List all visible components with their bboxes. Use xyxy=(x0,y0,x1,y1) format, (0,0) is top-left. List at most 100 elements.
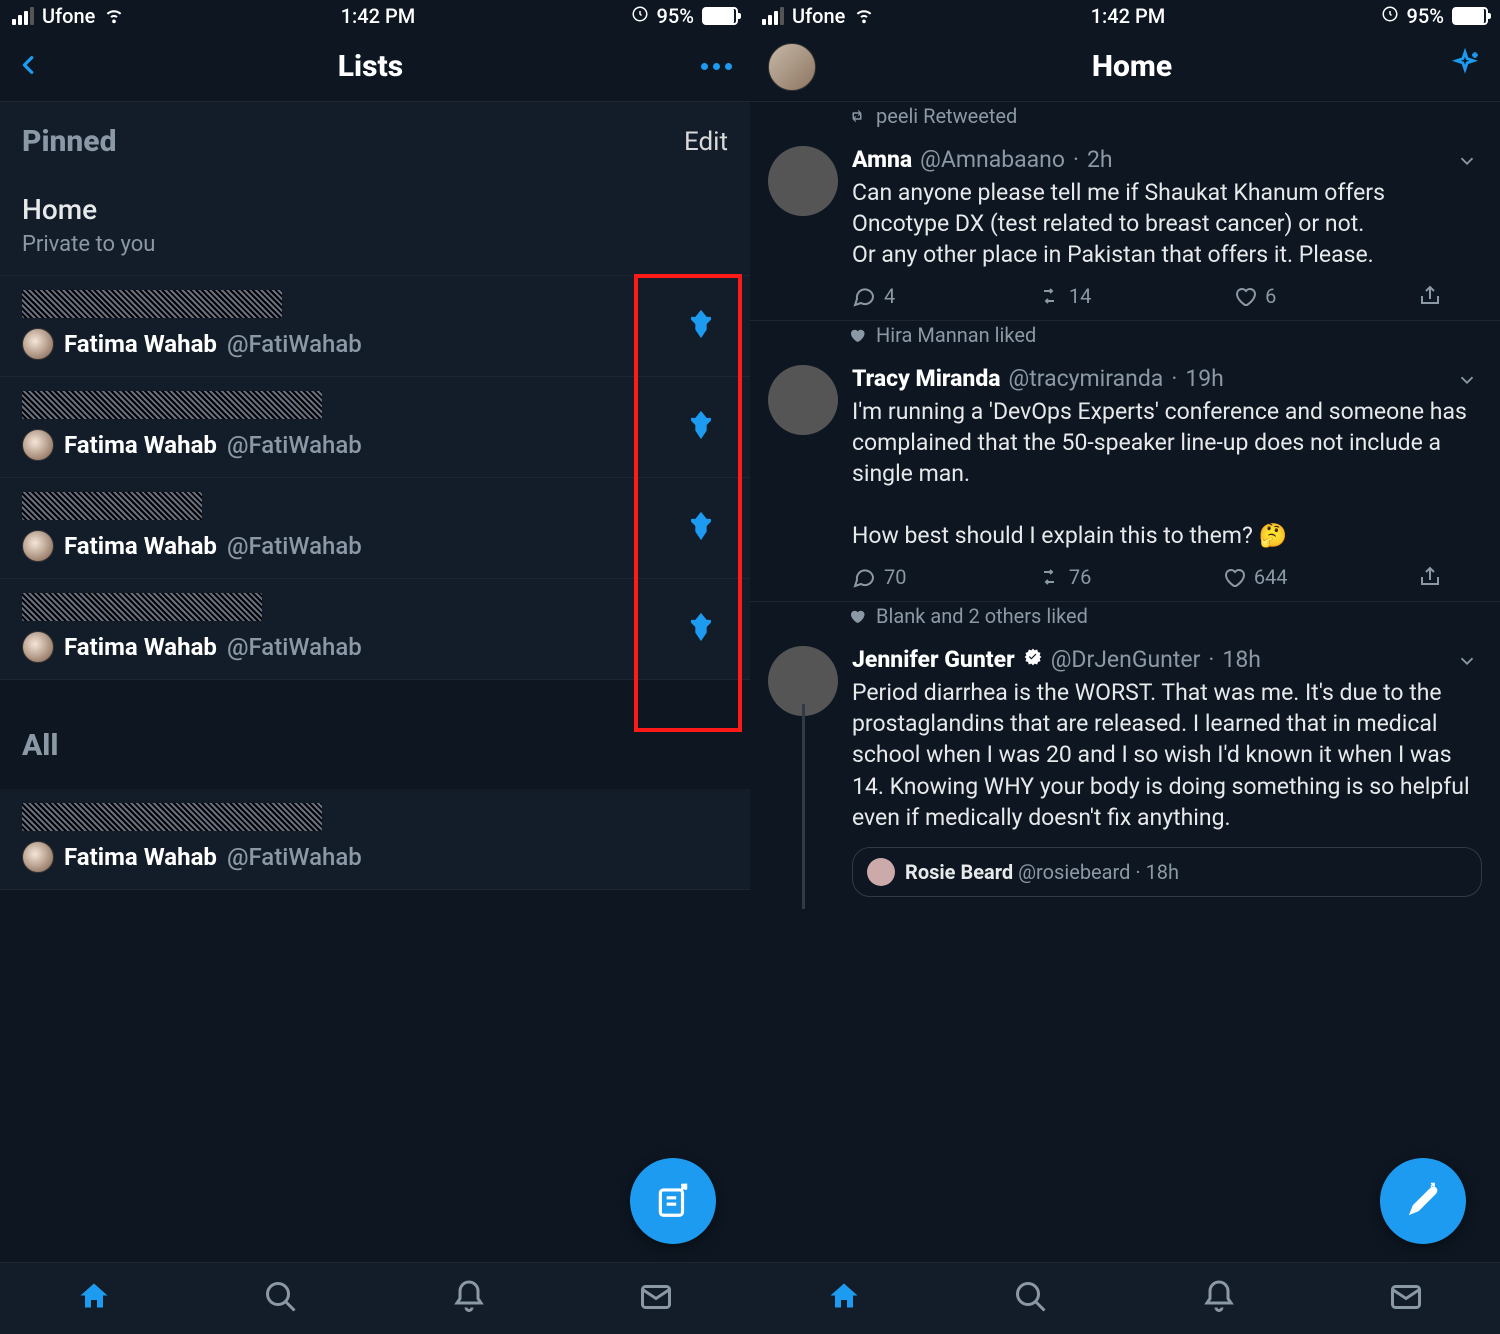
like-button[interactable]: 644 xyxy=(1222,565,1288,589)
avatar xyxy=(22,429,54,461)
tweet-actions: 4 14 6 xyxy=(852,284,1482,308)
edit-button[interactable]: Edit xyxy=(684,127,728,157)
carrier-label: Ufone xyxy=(792,4,845,28)
author-name: Fatima Wahab xyxy=(64,843,217,871)
tab-bar xyxy=(750,1262,1500,1334)
reply-button[interactable]: 4 xyxy=(852,284,895,308)
tweet[interactable]: peeli Retweeted Amna @Amnabaano · 2h Can… xyxy=(750,104,1500,321)
pin-icon[interactable] xyxy=(684,608,718,650)
display-name: Amna xyxy=(852,146,912,173)
tweet-context: Hira Mannan liked xyxy=(848,323,1500,347)
avatar xyxy=(22,841,54,873)
profile-avatar[interactable] xyxy=(768,43,816,91)
battery-pct: 95% xyxy=(1407,4,1444,28)
rotation-lock-icon xyxy=(1381,4,1399,28)
tweet-text: I'm running a 'DevOps Experts' conferenc… xyxy=(852,396,1482,551)
author-handle: @FatiWahab xyxy=(227,330,362,358)
tweet-context: Blank and 2 others liked xyxy=(848,604,1500,628)
context-text: Blank and 2 others liked xyxy=(876,604,1088,628)
tweet[interactable]: Hira Mannan liked Tracy Miranda @tracymi… xyxy=(750,323,1500,602)
pinned-label: Pinned xyxy=(22,124,116,159)
verified-icon xyxy=(1023,646,1043,673)
share-button[interactable] xyxy=(1418,565,1442,589)
nav-bar: Lists xyxy=(0,32,750,102)
user-handle: @Amnabaano xyxy=(920,146,1065,173)
status-bar: Ufone 1:42 PM 95% xyxy=(750,0,1500,32)
thread-line xyxy=(802,704,805,908)
avatar[interactable] xyxy=(768,146,838,216)
author-name: Fatima Wahab xyxy=(64,330,217,358)
author-name: Fatima Wahab xyxy=(64,431,217,459)
list-item[interactable]: Fatima Wahab @FatiWahab xyxy=(0,276,750,377)
avatar xyxy=(22,530,54,562)
like-button[interactable]: 6 xyxy=(1233,284,1276,308)
new-list-button[interactable] xyxy=(630,1158,716,1244)
list-item[interactable]: Fatima Wahab @FatiWahab xyxy=(0,377,750,478)
display-name: Tracy Miranda xyxy=(852,365,1001,392)
nav-bar: Home xyxy=(750,32,1500,102)
section-gap xyxy=(0,680,750,698)
share-button[interactable] xyxy=(1418,284,1442,308)
tab-messages[interactable] xyxy=(638,1279,674,1319)
quoted-tweet[interactable]: Rosie Beard @rosiebeard · 18h xyxy=(852,847,1482,897)
tweet-caret[interactable] xyxy=(1456,650,1478,676)
tweet-caret[interactable] xyxy=(1456,369,1478,395)
author-handle: @FatiWahab xyxy=(227,843,362,871)
retweet-button[interactable]: 14 xyxy=(1037,284,1091,308)
redacted-list-name xyxy=(22,492,202,520)
rotation-lock-icon xyxy=(631,4,649,28)
author-name: Fatima Wahab xyxy=(64,532,217,560)
compose-button[interactable] xyxy=(1380,1158,1466,1244)
tweet-actions: 70 76 644 xyxy=(852,565,1482,589)
tab-notifications[interactable] xyxy=(451,1279,487,1319)
like-icon xyxy=(848,607,866,625)
tab-home[interactable] xyxy=(76,1279,112,1319)
retweet-button[interactable]: 76 xyxy=(1037,565,1091,589)
wifi-icon xyxy=(103,3,125,30)
more-button[interactable] xyxy=(701,63,732,70)
tab-messages[interactable] xyxy=(1388,1279,1424,1319)
reply-button[interactable]: 70 xyxy=(852,565,906,589)
left-screenshot: Ufone 1:42 PM 95% Lists Pinned Edit Home… xyxy=(0,0,750,1334)
pin-icon[interactable] xyxy=(684,507,718,549)
list-item[interactable]: Fatima Wahab @FatiWahab xyxy=(0,789,750,890)
tweet-text: Can anyone please tell me if Shaukat Kha… xyxy=(852,177,1482,270)
pinned-home-item[interactable]: Home Private to you xyxy=(0,179,750,276)
back-button[interactable] xyxy=(18,48,40,86)
tweet-caret[interactable] xyxy=(1456,150,1478,176)
tab-home[interactable] xyxy=(826,1279,862,1319)
tab-search[interactable] xyxy=(263,1279,299,1319)
signal-icon xyxy=(12,7,34,25)
author-handle: @FatiWahab xyxy=(227,431,362,459)
tweet-text: Period diarrhea is the WORST. That was m… xyxy=(852,677,1482,832)
timestamp: 2h xyxy=(1087,146,1113,173)
tab-bar xyxy=(0,1262,750,1334)
list-item[interactable]: Fatima Wahab @FatiWahab xyxy=(0,478,750,579)
redacted-list-name xyxy=(22,391,322,419)
signal-icon xyxy=(762,7,784,25)
author-handle: @FatiWahab xyxy=(227,532,362,560)
timeline[interactable]: peeli Retweeted Amna @Amnabaano · 2h Can… xyxy=(750,102,1500,1262)
pinned-header: Pinned Edit xyxy=(0,102,750,179)
redacted-list-name xyxy=(22,803,322,831)
tweet[interactable]: Blank and 2 others liked Jennifer Gunter… xyxy=(750,604,1500,908)
battery-icon xyxy=(702,7,738,25)
timestamp: 18h xyxy=(1222,646,1261,673)
page-title: Home xyxy=(1092,49,1172,84)
list-item[interactable]: Fatima Wahab @FatiWahab xyxy=(0,579,750,680)
avatar[interactable] xyxy=(768,365,838,435)
pin-icon[interactable] xyxy=(684,305,718,347)
tab-search[interactable] xyxy=(1013,1279,1049,1319)
tab-notifications[interactable] xyxy=(1201,1279,1237,1319)
author-handle: @FatiWahab xyxy=(227,633,362,661)
context-text: Hira Mannan liked xyxy=(876,323,1036,347)
context-text: peeli Retweeted xyxy=(876,104,1017,128)
clock: 1:42 PM xyxy=(1091,4,1166,28)
sparkle-button[interactable] xyxy=(1448,48,1482,86)
pin-icon[interactable] xyxy=(684,406,718,448)
avatar xyxy=(22,328,54,360)
user-handle: @tracymiranda xyxy=(1009,365,1164,392)
timestamp: 19h xyxy=(1185,365,1224,392)
right-screenshot: Ufone 1:42 PM 95% Home peeli Retweeted xyxy=(750,0,1500,1334)
clock: 1:42 PM xyxy=(341,4,416,28)
